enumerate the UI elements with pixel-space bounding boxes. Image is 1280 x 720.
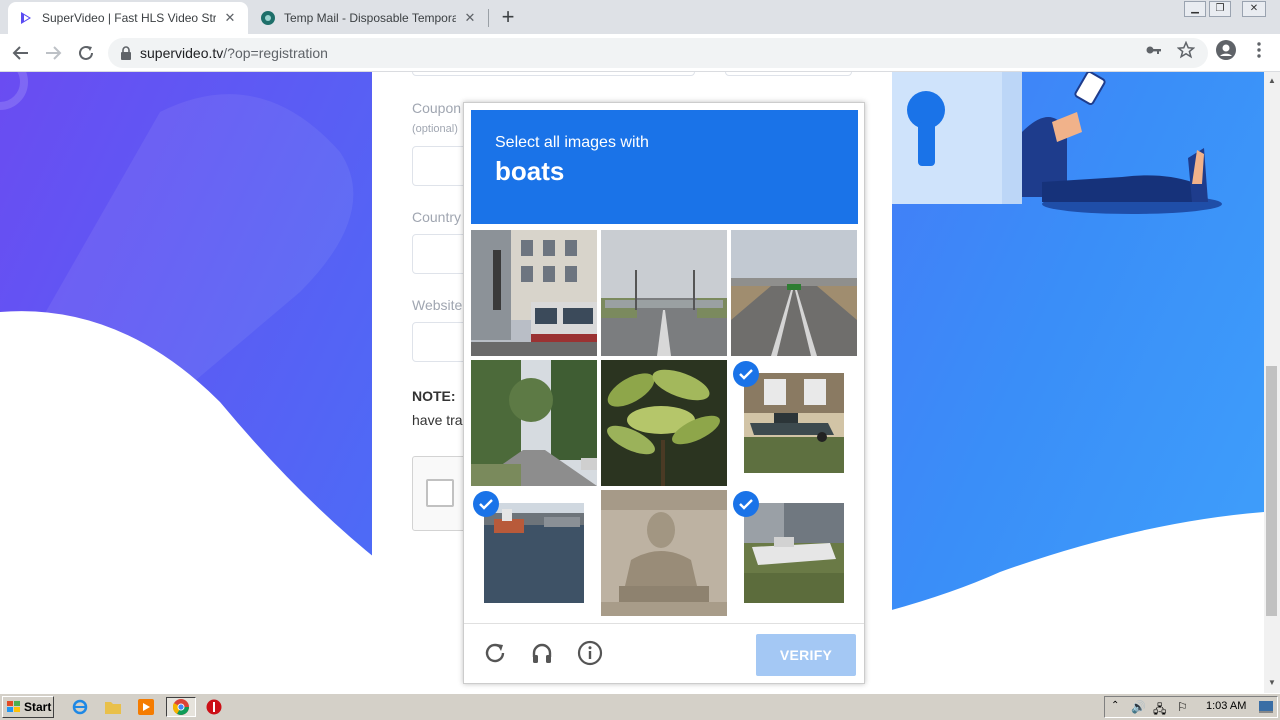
top-field-right[interactable] xyxy=(725,72,852,76)
network-icon[interactable]: 🖧 xyxy=(1153,700,1166,720)
audio-icon[interactable] xyxy=(527,638,557,668)
tray-expand-icon[interactable]: ⌃ xyxy=(1111,700,1119,711)
captcha-tile-3[interactable] xyxy=(731,230,857,356)
system-tray: ⌃ 🔊 🖧 ⚐ xyxy=(1104,696,1278,718)
bookmark-star-icon[interactable] xyxy=(1177,41,1195,59)
boat-in-grass-image xyxy=(744,503,844,603)
scroll-up-icon[interactable]: ▲ xyxy=(1268,76,1276,85)
forward-button[interactable] xyxy=(41,41,65,65)
menu-kebab-icon[interactable] xyxy=(1250,41,1268,59)
chrome-taskbar-button[interactable] xyxy=(166,697,196,717)
new-tab-button[interactable]: + xyxy=(496,6,520,30)
flag-icon[interactable]: ⚐ xyxy=(1177,700,1188,714)
taskbar-clock: 1:03 AM xyxy=(1206,700,1247,712)
selected-check-icon xyxy=(473,491,499,517)
captcha-tile-6[interactable] xyxy=(731,360,857,486)
captcha-header: Select all images with boats xyxy=(471,110,858,224)
back-arrow-icon xyxy=(12,46,28,60)
lock-icon xyxy=(121,46,131,60)
captcha-footer: VERIFY xyxy=(464,623,864,683)
windows-logo-icon xyxy=(7,701,20,712)
folder-icon[interactable] xyxy=(103,698,123,716)
reload-button[interactable] xyxy=(74,41,98,65)
selected-check-icon xyxy=(733,361,759,387)
page-scrollbar[interactable]: ▲ ▼ xyxy=(1264,72,1280,693)
address-bar[interactable]: supervideo.tv/?op=registration xyxy=(108,38,1208,68)
scroll-down-icon[interactable]: ▼ xyxy=(1268,678,1276,687)
street-tram-image xyxy=(471,230,597,356)
stone-bust-image xyxy=(601,490,727,616)
forward-arrow-icon xyxy=(46,46,62,60)
tab-supervideo[interactable]: SuperVideo | Fast HLS Video Streami ✕ xyxy=(8,2,248,34)
captcha-challenge-dialog: Select all images with boats VERIFY xyxy=(463,102,865,684)
key-icon[interactable] xyxy=(1145,41,1163,59)
reload-icon[interactable] xyxy=(480,638,510,668)
window-close-button[interactable]: ✕ xyxy=(1242,1,1266,17)
info-icon[interactable] xyxy=(575,638,605,668)
highway-bridge-image xyxy=(731,230,857,356)
verify-button[interactable]: VERIFY xyxy=(756,634,856,676)
url-text: supervideo.tv/?op=registration xyxy=(140,45,328,61)
tab-separator xyxy=(488,9,489,27)
browser-toolbar: supervideo.tv/?op=registration xyxy=(0,34,1280,72)
show-desktop-icon[interactable] xyxy=(1258,698,1274,716)
coupon-label: Coupon xyxy=(412,100,462,116)
windows-taskbar: Start ⌃ 🔊 🖧 ⚐ 1:03 AM xyxy=(0,693,1280,720)
tab-strip: SuperVideo | Fast HLS Video Streami ✕ Te… xyxy=(0,0,1280,34)
media-player-icon[interactable] xyxy=(136,698,156,716)
back-button[interactable] xyxy=(9,41,33,65)
captcha-tile-1[interactable] xyxy=(471,230,597,356)
website-label: Website xyxy=(412,297,463,313)
captcha-instruction: Select all images with xyxy=(495,134,649,151)
highway-overpass-image xyxy=(601,230,727,356)
boat-on-trailer-image xyxy=(744,373,844,473)
captcha-tile-8[interactable] xyxy=(601,490,727,616)
hero-illustration xyxy=(892,72,1264,222)
captcha-tile-7[interactable] xyxy=(471,490,597,616)
minimize-button[interactable]: ▁ xyxy=(1184,1,1206,17)
country-label: Country xyxy=(412,209,462,225)
supervideo-favicon-icon xyxy=(18,10,34,26)
profile-avatar-icon[interactable] xyxy=(1216,40,1236,60)
reload-page-icon xyxy=(79,45,93,60)
tree-lined-road-image xyxy=(471,360,597,486)
tab-close-icon[interactable]: ✕ xyxy=(462,10,478,26)
tab-close-icon[interactable]: ✕ xyxy=(222,10,238,26)
harbor-boat-image xyxy=(484,503,584,603)
scroll-thumb[interactable] xyxy=(1266,366,1277,616)
tab-temp-mail[interactable]: Temp Mail - Disposable Temporary E ✕ xyxy=(250,2,488,34)
sumac-foliage-image xyxy=(601,360,727,486)
temp-mail-favicon-icon xyxy=(260,10,276,26)
captcha-tile-4[interactable] xyxy=(471,360,597,486)
tab-title: SuperVideo | Fast HLS Video Streami xyxy=(42,11,216,25)
note-text: have tra xyxy=(412,412,463,428)
anyrun-watermark: ANY RUN xyxy=(1038,609,1254,661)
captcha-tile-2[interactable] xyxy=(601,230,727,356)
opera-icon[interactable] xyxy=(204,698,224,716)
ie-icon[interactable] xyxy=(70,698,90,716)
captcha-target: boats xyxy=(495,156,565,186)
captcha-tile-9[interactable] xyxy=(731,490,857,616)
chrome-icon xyxy=(173,699,189,715)
recaptcha-checkbox[interactable] xyxy=(426,479,454,507)
start-button[interactable]: Start xyxy=(2,696,54,718)
tab-title: Temp Mail - Disposable Temporary E xyxy=(284,11,456,25)
captcha-tile-5[interactable] xyxy=(601,360,727,486)
start-label: Start xyxy=(24,700,52,714)
coupon-optional-label: (optional) xyxy=(412,123,458,135)
selected-check-icon xyxy=(733,491,759,517)
volume-icon[interactable]: 🔊 xyxy=(1131,700,1146,714)
note-label: NOTE: xyxy=(412,388,456,404)
restore-button[interactable]: ❐ xyxy=(1209,1,1231,17)
top-field-left[interactable] xyxy=(412,72,695,76)
